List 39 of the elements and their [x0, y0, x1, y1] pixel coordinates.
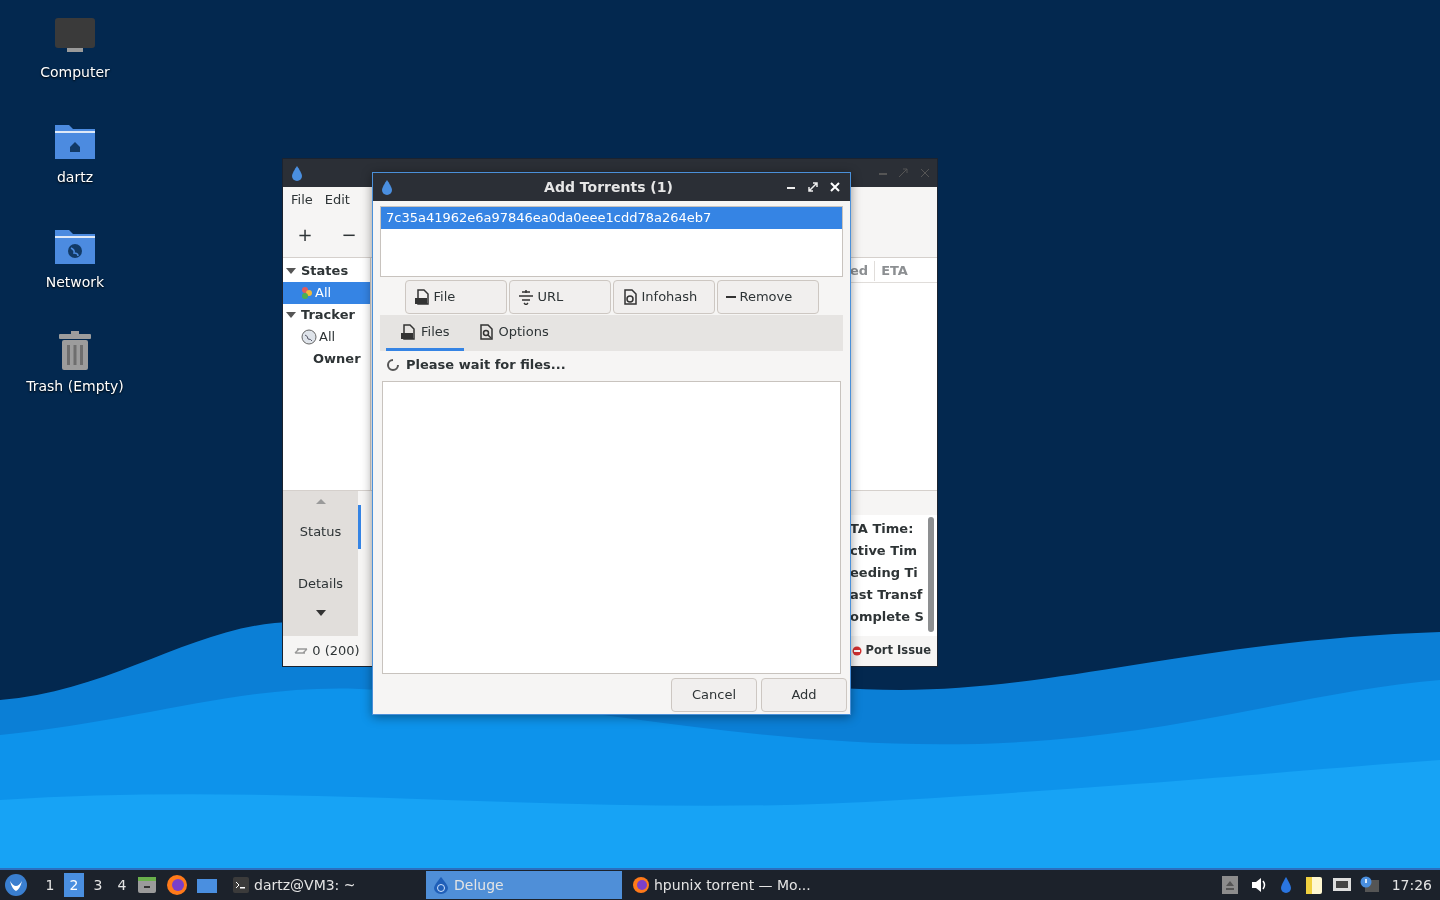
url-button[interactable]: URL [508, 280, 611, 314]
clock: 17:26 [1391, 875, 1432, 895]
taskbar-task[interactable]: hpunix torrent — Mo... [626, 871, 846, 899]
tree-group-label: States [301, 262, 349, 281]
icon-label: Trash (Empty) [26, 377, 124, 396]
tree-group-label: Owner [313, 350, 361, 369]
dialog-tab[interactable]: Files [386, 315, 464, 351]
menu-item[interactable]: File [285, 190, 319, 210]
remove-button[interactable]: Remove [716, 280, 819, 314]
icon-label: Network [45, 273, 105, 292]
workspace-button[interactable]: 4 [112, 873, 132, 897]
icon-label: dartz [56, 168, 94, 187]
sidebar-item[interactable]: All [283, 281, 370, 304]
dialog-tab[interactable]: Options [463, 315, 563, 351]
dialog-title: Add Torrents (1) [543, 177, 674, 197]
detail-label: eeding Ti [850, 564, 919, 583]
cancel-button[interactable]: Cancel [671, 678, 757, 712]
infohash-button[interactable]: Infohash [612, 280, 715, 314]
icon-label: Computer [40, 63, 110, 82]
menu-item[interactable]: Edit [318, 190, 356, 210]
port-status: Port Issue [865, 642, 931, 660]
file-button[interactable]: File [404, 280, 507, 314]
workspace-button[interactable]: 3 [88, 873, 108, 897]
sidebar-item[interactable]: All [283, 325, 370, 348]
add-button[interactable]: Add [761, 678, 847, 712]
tree-group-label: Tracker [301, 306, 355, 325]
remove-button[interactable]: − [327, 221, 371, 249]
detail-label: omplete S [850, 608, 925, 627]
loading-message: Please wait for files... [406, 356, 566, 375]
taskbar-task[interactable]: dartz@VM3: ~ [226, 871, 422, 899]
detail-label: TA Time: [850, 520, 915, 539]
connection-count: 0 (200) [312, 642, 360, 661]
workspace-button[interactable]: 1 [40, 873, 60, 897]
detail-label: ast Transf [850, 586, 924, 605]
add-button[interactable]: + [283, 221, 327, 249]
detail-label: ctive Tim [850, 542, 919, 561]
torrent-row[interactable]: 7c35a41962e6a97846ea0da0eee1cdd78a264eb7 [381, 207, 842, 229]
details-tab[interactable]: Details [283, 557, 358, 610]
details-tab[interactable]: Status [283, 505, 358, 558]
